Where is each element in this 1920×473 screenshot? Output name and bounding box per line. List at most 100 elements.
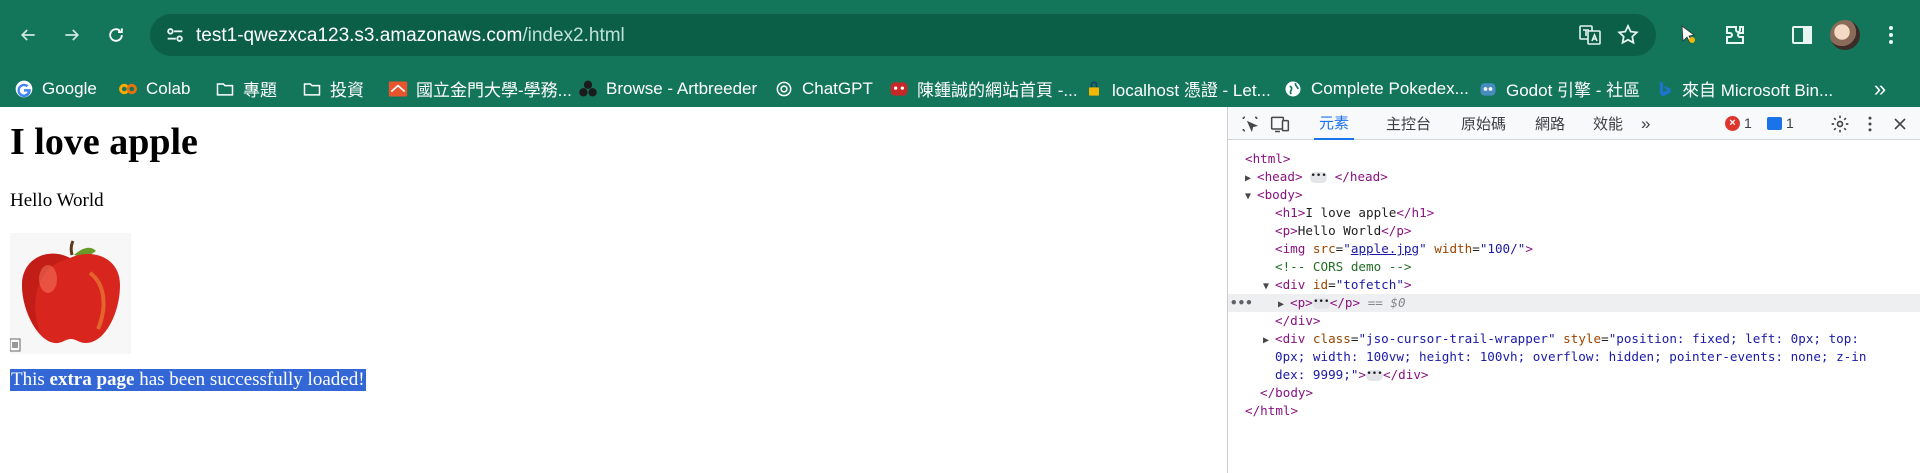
error-icon: ×	[1725, 115, 1740, 131]
error-counter[interactable]: × 1	[1725, 115, 1752, 131]
letsencrypt-icon	[1084, 79, 1104, 99]
chatgpt-icon	[774, 79, 794, 99]
success-bold: extra page	[49, 369, 135, 390]
dom-node-div-wrapper[interactable]: ▶ <div class="jso-cursor-trail-wrapper" s…	[1228, 330, 1920, 348]
bookmark-label: Colab	[146, 78, 191, 98]
dom-node-html-close[interactable]: </html>	[1228, 402, 1920, 420]
bookmark-label: 陳鍾誠的網站首頁 -...	[917, 81, 1078, 100]
kebab-menu-icon[interactable]	[1876, 20, 1906, 50]
bookmark-label: ChatGPT	[802, 78, 873, 98]
extension-icon[interactable]	[1674, 20, 1704, 50]
dom-node-p-selected[interactable]: ••• ▶ <p>•••</p> == $0	[1228, 294, 1920, 312]
message-counter[interactable]: 1	[1767, 115, 1794, 131]
artbreeder-icon	[578, 79, 598, 99]
bookmarks-overflow-icon[interactable]: »	[1868, 70, 1892, 107]
page-heading: I love apple	[10, 121, 198, 163]
message-icon	[1767, 116, 1782, 130]
tab-sources[interactable]: 原始碼	[1461, 107, 1506, 140]
google-g-icon	[14, 79, 34, 99]
dom-node-comment[interactable]: <!-- CORS demo -->	[1228, 258, 1920, 276]
apple-image	[10, 233, 131, 354]
url-path: /index2.html	[522, 25, 625, 46]
bing-icon	[1654, 79, 1674, 99]
message-count: 1	[1786, 115, 1794, 131]
device-toolbar-icon[interactable]	[1268, 112, 1292, 136]
success-message: This extra page has been successfully lo…	[10, 369, 366, 391]
url-text[interactable]: test1-qwezxca123.s3.amazonaws.com/index2…	[196, 25, 625, 47]
dom-node-head[interactable]: ▶ <head> ••• </head>	[1228, 168, 1920, 186]
inspect-element-icon[interactable]	[1238, 112, 1262, 136]
error-count: 1	[1744, 115, 1752, 131]
tab-performance[interactable]: 效能	[1593, 107, 1623, 140]
tab-network[interactable]: 網路	[1535, 107, 1565, 140]
forward-arrow-icon[interactable]	[54, 17, 90, 53]
star-icon[interactable]	[1616, 23, 1640, 47]
dom-tree: <html> ▶ <head> ••• </head> ▼ <body> <h1>I…	[1228, 140, 1920, 473]
side-panel-icon[interactable]	[1787, 20, 1817, 50]
folder-icon	[215, 79, 235, 99]
dom-node-html[interactable]: <html>	[1228, 150, 1920, 168]
dom-node-body[interactable]: ▼ <body>	[1228, 186, 1920, 204]
bookmark-bing[interactable]: 來自 Microsoft Bin...	[1654, 70, 1833, 107]
bookmark-label: Google	[42, 78, 97, 98]
bookmark-artbreeder[interactable]: Browse - Artbreeder	[578, 70, 757, 107]
hello-paragraph: Hello World	[10, 190, 104, 211]
red-site-icon	[889, 79, 909, 99]
bookmark-godot[interactable]: Godot 引擎 - 社區	[1478, 70, 1640, 107]
bookmark-label: 投資	[330, 81, 364, 100]
bookmark-pokedex[interactable]: Complete Pokedex...	[1283, 70, 1469, 107]
address-bar[interactable]: test1-qwezxca123.s3.amazonaws.com/index2…	[150, 14, 1656, 56]
devtools-menu-icon[interactable]	[1858, 112, 1882, 136]
img-src-link[interactable]: apple.jpg	[1351, 241, 1419, 256]
dom-node-div-tofetch[interactable]: ▼ <div id="tofetch">	[1228, 276, 1920, 294]
close-icon[interactable]	[1888, 112, 1912, 136]
bookmark-letsencrypt[interactable]: localhost 憑證 - Let...	[1084, 70, 1271, 107]
nqu-icon	[388, 79, 408, 99]
ellipsis-icon[interactable]: •••	[1312, 298, 1330, 309]
page-viewport: I love apple Hello World This extra page…	[0, 107, 1227, 473]
success-prefix: This	[11, 369, 50, 390]
bookmark-label: Godot 引擎 - 社區	[1506, 81, 1641, 100]
translate-icon[interactable]	[1578, 23, 1602, 47]
more-tabs-icon[interactable]: »	[1641, 107, 1650, 140]
bookmarks-bar: Google Colab 專題 投資 國立金門大學-學務... Browse -…	[0, 70, 1920, 107]
bookmark-colab[interactable]: Colab	[118, 70, 190, 107]
godot-icon	[1478, 79, 1498, 99]
bookmark-label: Browse - Artbreeder	[606, 78, 758, 98]
dom-node-img[interactable]: <img src="apple.jpg" width="100/">	[1228, 240, 1920, 258]
bookmark-chatgpt[interactable]: ChatGPT	[774, 70, 873, 107]
bookmark-label: Complete Pokedex...	[1311, 78, 1469, 98]
dom-node-div-close[interactable]: </div>	[1228, 312, 1920, 330]
bookmark-label: 來自 Microsoft Bin...	[1682, 81, 1834, 100]
bookmark-red-site[interactable]: 陳鍾誠的網站首頁 -...	[889, 70, 1078, 107]
bookmark-label: 專題	[243, 81, 277, 100]
reload-icon[interactable]	[98, 17, 134, 53]
dom-node-div-wrapper-end[interactable]: dex: 9999;">•••</div>	[1228, 366, 1920, 384]
dom-node-body-close[interactable]: </body>	[1228, 384, 1920, 402]
folder-icon	[302, 79, 322, 99]
node-actions-icon[interactable]: •••	[1230, 294, 1253, 312]
tab-elements[interactable]: 元素	[1314, 107, 1355, 140]
bookmark-folder-zhuanti[interactable]: 專題	[215, 70, 277, 107]
profile-avatar[interactable]	[1830, 20, 1860, 50]
dom-node-h1[interactable]: <h1>I love apple</h1>	[1228, 204, 1920, 222]
bookmark-label: localhost 憑證 - Let...	[1112, 81, 1271, 100]
tab-console[interactable]: 主控台	[1386, 107, 1431, 140]
dom-node-div-wrapper-cont[interactable]: 0px; width: 100vw; height: 100vh; overfl…	[1228, 348, 1920, 366]
dom-node-p[interactable]: <p>Hello World</p>	[1228, 222, 1920, 240]
site-info-icon[interactable]	[164, 24, 186, 46]
bookmark-folder-touzi[interactable]: 投資	[302, 70, 364, 107]
ellipsis-icon[interactable]: •••	[1366, 370, 1383, 381]
devtools-tabbar: 元素 主控台 原始碼 網路 效能 » × 1 1	[1228, 107, 1920, 140]
bookmark-label: 國立金門大學-學務...	[416, 81, 572, 100]
url-host: test1-qwezxca123.s3.amazonaws.com	[196, 25, 523, 46]
back-arrow-icon[interactable]	[10, 17, 46, 53]
bookmark-nqu[interactable]: 國立金門大學-學務...	[388, 70, 572, 107]
ellipsis-icon[interactable]: •••	[1310, 172, 1328, 183]
settings-gear-icon[interactable]	[1828, 112, 1852, 136]
colab-icon	[118, 79, 138, 99]
bookmark-google[interactable]: Google	[14, 70, 97, 107]
devtools-panel: 元素 主控台 原始碼 網路 效能 » × 1 1 <html> ▶ <head> …	[1227, 107, 1920, 473]
puzzle-icon[interactable]	[1720, 20, 1750, 50]
globe-icon	[1283, 79, 1303, 99]
